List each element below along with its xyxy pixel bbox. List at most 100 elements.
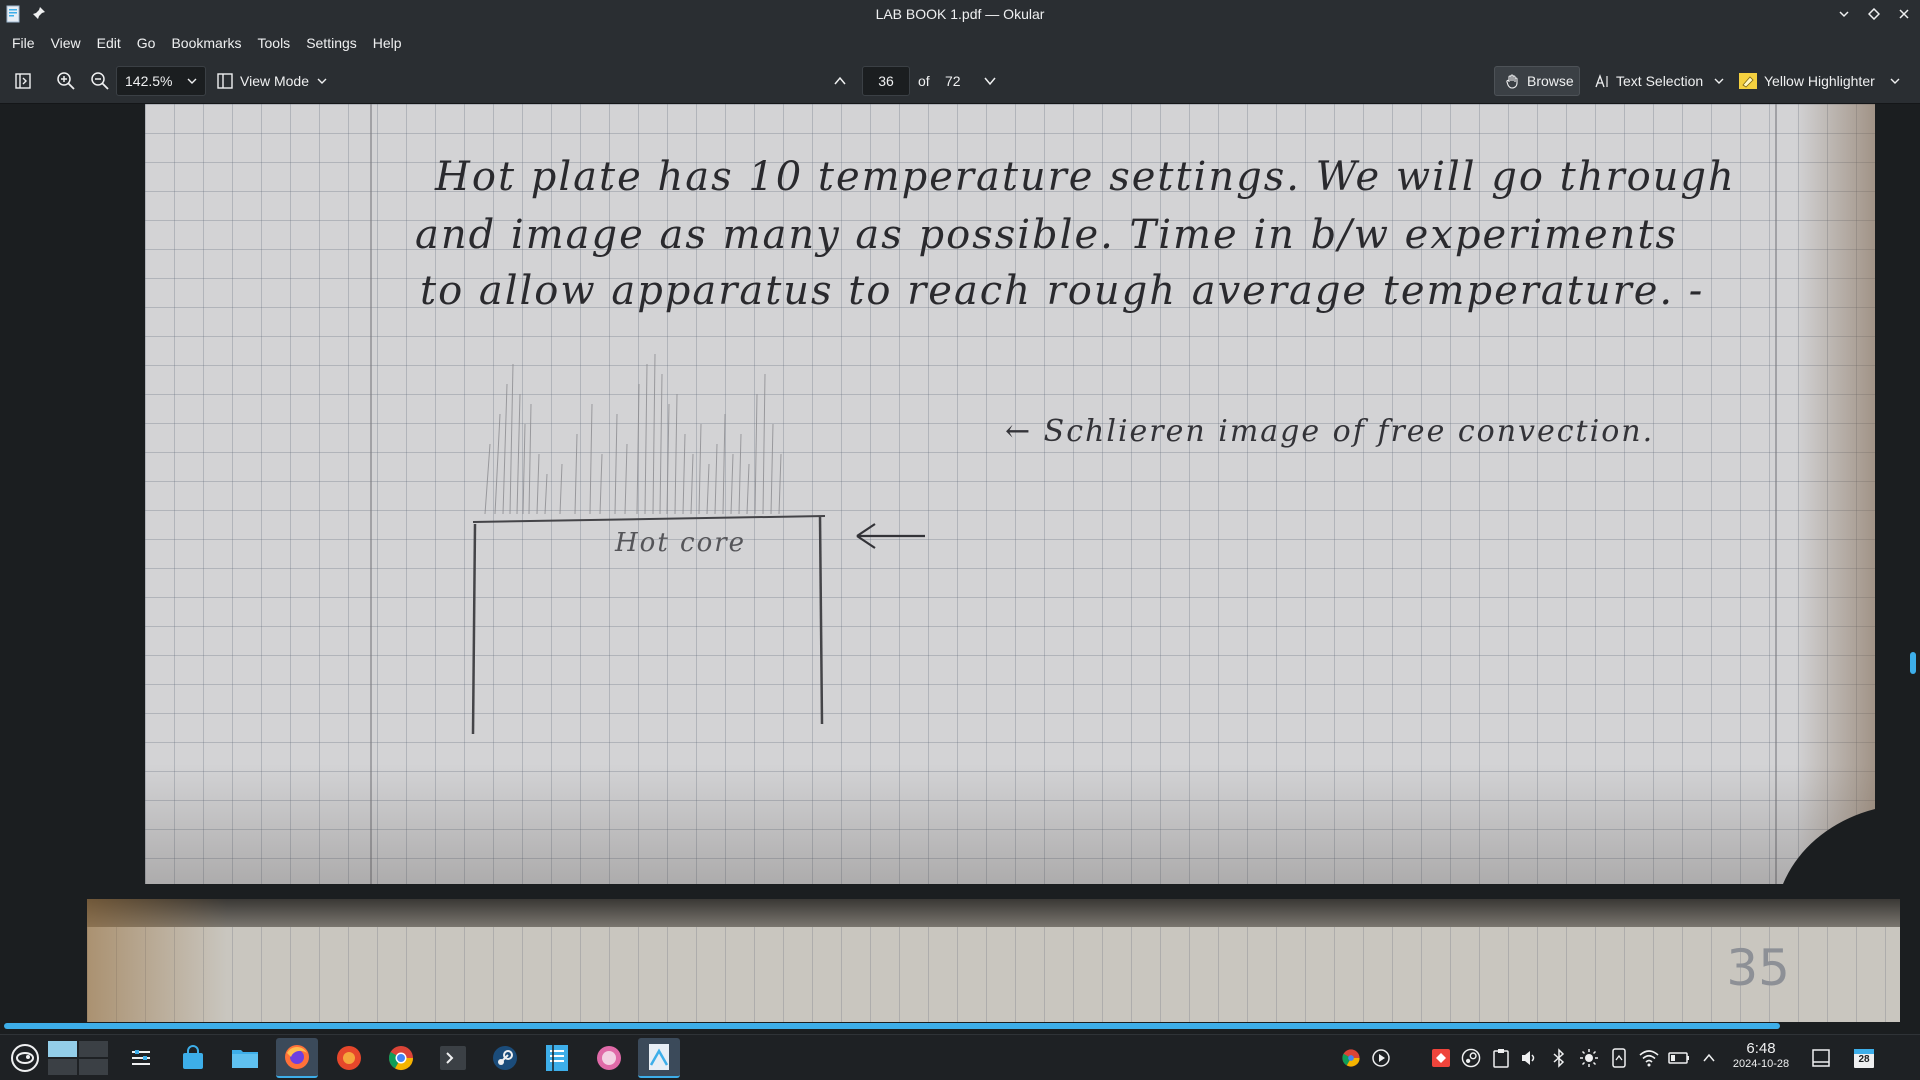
okular-app-icon[interactable] [6, 5, 22, 23]
show-hidden-icons-button[interactable] [1696, 1035, 1722, 1080]
firefox-icon [285, 1045, 309, 1069]
firefox-nightly-button[interactable] [328, 1038, 370, 1078]
battery-tray-icon[interactable] [1666, 1035, 1692, 1080]
sun-icon [1580, 1049, 1598, 1067]
menu-view[interactable]: View [43, 28, 89, 58]
zoom-out-button[interactable] [86, 66, 114, 96]
sketch-annotation: ← Schlieren image of free convection. [1005, 414, 1655, 449]
document-view[interactable]: Hot plate has 10 temperature settings. W… [0, 104, 1920, 1022]
main-toolbar: 142.5% View Mode 36 of 72 Browse Text Se… [0, 58, 1920, 104]
text-selection-dropdown[interactable] [1710, 66, 1728, 96]
chrome-tray-icon[interactable] [1338, 1035, 1364, 1080]
chevron-down-icon [1839, 11, 1849, 18]
document-icon [546, 1045, 568, 1071]
bluetooth-tray-icon[interactable] [1546, 1035, 1572, 1080]
menu-help[interactable]: Help [365, 28, 410, 58]
menu-bar: File View Edit Go Bookmarks Tools Settin… [0, 28, 1920, 58]
virtual-desktop-pager[interactable] [46, 1038, 110, 1078]
chrome-button[interactable] [380, 1038, 422, 1078]
task-manager-button[interactable] [120, 1038, 162, 1078]
sidebar-toggle-button[interactable] [10, 66, 36, 96]
browse-tool-button[interactable]: Browse [1494, 66, 1580, 96]
calendar-tray-icon[interactable]: 28 [1848, 1035, 1880, 1080]
anydesk-tray-icon[interactable] [1428, 1035, 1454, 1080]
kdeconnect-tray-icon[interactable] [1606, 1035, 1632, 1080]
shopping-bag-icon [183, 1045, 203, 1069]
menu-file[interactable]: File [4, 28, 43, 58]
file-manager-button[interactable] [224, 1038, 266, 1078]
pdf-page-36: Hot plate has 10 temperature settings. W… [145, 104, 1875, 884]
battery-icon [1668, 1052, 1689, 1064]
yellow-highlighter-tool-button[interactable]: Yellow Highlighter [1738, 66, 1875, 96]
pdf-page-35: 35 [87, 899, 1900, 1022]
menu-bookmarks[interactable]: Bookmarks [163, 28, 249, 58]
media-player-tray-icon[interactable] [1368, 1035, 1394, 1080]
show-desktop-button[interactable] [1806, 1035, 1836, 1080]
hand-icon [1506, 74, 1518, 89]
next-page-button[interactable] [978, 66, 1002, 96]
minimize-button[interactable] [1834, 4, 1854, 24]
discover-store-button[interactable] [172, 1038, 214, 1078]
page-shadow [87, 899, 227, 1022]
application-launcher-button[interactable] [4, 1038, 46, 1078]
steam-tray-icon[interactable] [1458, 1035, 1484, 1080]
text-cursor-icon [1595, 74, 1608, 88]
menu-settings[interactable]: Settings [298, 28, 365, 58]
total-pages: 72 [945, 73, 961, 89]
pin-icon[interactable] [32, 6, 46, 20]
menu-go[interactable]: Go [129, 28, 164, 58]
page-number: 35 [1726, 939, 1790, 997]
steam-button[interactable] [484, 1038, 526, 1078]
horizontal-scrollbar-thumb[interactable] [4, 1023, 1780, 1029]
page-number-input[interactable]: 36 [862, 66, 910, 96]
view-mode-button[interactable]: View Mode [216, 66, 332, 96]
page-shadow [1795, 104, 1875, 884]
terminal-button[interactable] [432, 1038, 474, 1078]
text-editor-button[interactable] [536, 1038, 578, 1078]
zoom-in-button[interactable] [52, 66, 80, 96]
brightness-tray-icon[interactable] [1576, 1035, 1602, 1080]
highlighter-dropdown[interactable] [1886, 66, 1904, 96]
close-button[interactable] [1894, 4, 1914, 24]
vertical-scrollbar[interactable] [1910, 652, 1916, 674]
of-label: of [918, 73, 930, 89]
chevron-up-icon [1703, 1053, 1715, 1062]
clock-date: 2024-10-28 [1732, 1058, 1790, 1070]
browse-label: Browse [1527, 73, 1574, 89]
anydesk-icon [1432, 1049, 1450, 1067]
view-mode-label: View Mode [240, 73, 310, 89]
zoom-combobox[interactable]: 142.5% [116, 66, 206, 96]
okular-task-button[interactable] [638, 1038, 680, 1078]
opensuse-icon [11, 1044, 39, 1072]
text-selection-label: Text Selection [1616, 73, 1704, 89]
calendar-day: 28 [1858, 1054, 1870, 1065]
diamond-icon [1868, 8, 1880, 20]
app-button[interactable] [588, 1038, 630, 1078]
phone-icon [1612, 1048, 1626, 1068]
previous-page-button[interactable] [828, 66, 852, 96]
digital-clock[interactable]: 6:48 2024-10-28 [1724, 1040, 1798, 1070]
volume-tray-icon[interactable] [1516, 1035, 1542, 1080]
chevron-up-icon [834, 76, 846, 85]
sidebar-icon [15, 73, 31, 89]
firefox-button[interactable] [276, 1038, 318, 1078]
sketch-label: Hot core [615, 528, 747, 558]
play-circle-icon [1372, 1049, 1390, 1067]
zoom-value: 142.5% [125, 73, 173, 89]
network-tray-icon[interactable] [1636, 1035, 1662, 1080]
handwritten-line-1: Hot plate has 10 temperature settings. W… [435, 154, 1736, 200]
menu-tools[interactable]: Tools [250, 28, 299, 58]
title-bar: LAB BOOK 1.pdf — Okular [0, 0, 1920, 28]
pager-icon [48, 1041, 108, 1075]
browser-icon [337, 1046, 361, 1070]
view-mode-icon [217, 73, 233, 89]
steam-icon [1461, 1048, 1481, 1068]
horizontal-scrollbar[interactable] [0, 1022, 1920, 1030]
menu-edit[interactable]: Edit [89, 28, 129, 58]
clipboard-tray-icon[interactable] [1488, 1035, 1514, 1080]
wifi-icon [1639, 1050, 1659, 1067]
maximize-button[interactable] [1864, 4, 1884, 24]
highlighter-icon [1739, 73, 1757, 89]
chrome-icon [388, 1046, 413, 1071]
text-selection-tool-button[interactable]: Text Selection [1594, 66, 1703, 96]
